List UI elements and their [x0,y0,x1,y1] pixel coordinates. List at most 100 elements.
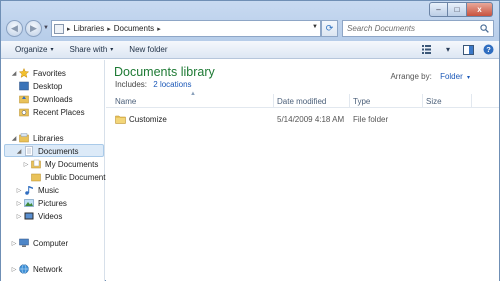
breadcrumb-separator[interactable]: ▸ [157,25,161,33]
nav-libraries[interactable]: ◢ Libraries [10,132,64,144]
new-folder-label: New folder [129,45,168,54]
collapse-arrow-icon[interactable]: ◢ [10,70,18,77]
nav-music[interactable]: ▷ Music [15,184,59,196]
new-folder-button[interactable]: New folder [121,41,175,59]
view-controls: ▾ ? [421,43,495,56]
column-name[interactable]: Name [115,97,136,106]
recent-pages-dropdown[interactable]: ▼ [43,25,49,31]
svg-text:?: ? [486,45,491,54]
nav-label: Computer [33,238,69,248]
collapse-arrow-icon[interactable]: ◢ [10,135,18,142]
nav-label: Network [33,264,63,274]
nav-recent-places[interactable]: Recent Places [19,106,85,118]
nav-label: My Documents [45,159,99,169]
close-button[interactable]: x [467,2,493,17]
address-history-dropdown[interactable]: ▼ [312,24,318,30]
breadcrumb-separator[interactable]: ▸ [107,25,111,33]
folder-icon [31,173,41,182]
nav-public-documents[interactable]: Public Documents [31,171,109,183]
computer-icon [19,238,29,247]
expand-arrow-icon[interactable]: ▷ [15,187,23,194]
search-box[interactable] [342,20,494,37]
arrange-by-dropdown[interactable]: Folder [440,72,463,81]
nav-computer[interactable]: ▷ Computer [10,237,68,249]
nav-pictures[interactable]: ▷ Pictures [15,197,67,209]
nav-label: Downloads [33,94,73,104]
column-divider[interactable] [422,94,423,108]
nav-label: Recent Places [33,107,85,117]
search-icon[interactable] [480,24,489,33]
library-icon [54,23,64,34]
column-divider[interactable] [273,94,274,108]
documents-library-icon [25,146,33,156]
content-pane: Documents library Includes: 2 locations … [106,60,499,281]
address-bar[interactable]: ▸ Libraries ▸ Documents ▸ ▼ [51,20,321,37]
organize-button[interactable]: Organize ▾ [7,41,61,59]
breadcrumb-libraries[interactable]: Libraries [74,24,105,33]
search-input[interactable] [347,24,475,33]
expand-arrow-icon[interactable]: ▷ [15,213,23,220]
preview-pane-icon [462,44,474,55]
navigation-pane: ◢ Favorites Desktop Downloads Recent Pla… [1,60,109,281]
arrange-by: Arrange by: Folder ▾ [390,72,470,81]
expand-arrow-icon[interactable]: ▷ [22,161,30,168]
window-controls: – □ x [429,2,493,17]
nav-label: Documents [38,146,79,156]
share-with-label: Share with [69,45,108,54]
desktop-icon [19,81,29,91]
expand-arrow-icon[interactable]: ▷ [10,240,18,247]
expand-arrow-icon[interactable]: ▷ [15,200,23,207]
file-type: File folder [353,115,389,124]
forward-button[interactable]: ▶ [25,20,42,37]
view-options-dropdown[interactable]: ▾ [441,43,455,56]
arrow-right-icon: ▶ [30,23,37,33]
column-type[interactable]: Type [353,97,370,106]
column-date-modified[interactable]: Date modified [277,97,326,106]
help-icon: ? [483,44,493,55]
locations-link[interactable]: 2 locations [153,80,191,89]
column-divider[interactable] [471,94,472,108]
nav-label: Music [38,185,59,195]
organize-label: Organize [15,45,48,54]
help-button[interactable]: ? [481,43,495,56]
change-view-button[interactable] [421,43,435,56]
nav-downloads[interactable]: Downloads [19,93,73,105]
view-list-icon [422,45,431,54]
maximize-button[interactable]: □ [448,2,467,17]
chevron-down-icon[interactable]: ▾ [467,75,470,81]
nav-desktop[interactable]: Desktop [19,80,62,92]
column-size[interactable]: Size [426,97,442,106]
library-includes: Includes: 2 locations [115,80,192,89]
nav-favorites[interactable]: ◢ Favorites [10,67,66,79]
chevron-down-icon: ▾ [110,47,114,53]
share-with-button[interactable]: Share with ▾ [61,41,121,59]
column-divider[interactable] [349,94,350,108]
nav-label: Libraries [33,133,64,143]
chevron-down-icon: ▾ [445,45,450,54]
file-name: Customize [129,115,167,124]
file-row[interactable]: Customize 5/14/2009 4:18 AM File folder [106,112,499,127]
includes-label: Includes: [115,80,148,89]
nav-label: Videos [38,211,63,221]
nav-documents[interactable]: ◢ Documents [15,145,78,157]
nav-videos[interactable]: ▷ Videos [15,210,63,222]
minimize-button[interactable]: – [429,2,448,17]
preview-pane-button[interactable] [461,43,475,56]
collapse-arrow-icon[interactable]: ◢ [15,148,23,155]
libraries-icon [19,133,29,143]
star-icon [19,68,29,78]
music-icon [25,186,33,195]
videos-icon [24,212,34,220]
expand-arrow-icon[interactable]: ▷ [10,266,18,273]
chevron-down-icon: ▾ [50,47,54,53]
breadcrumb-separator[interactable]: ▸ [67,25,71,33]
command-bar: Organize ▾ Share with ▾ New folder ▾ ? [1,41,499,59]
arrange-label: Arrange by: [390,72,432,81]
back-button[interactable]: ◀ [6,20,23,37]
nav-network[interactable]: ▷ Network [10,263,62,275]
refresh-button[interactable]: ⟳ [321,20,338,37]
folder-icon [115,115,126,124]
file-date-modified: 5/14/2009 4:18 AM [277,115,345,124]
breadcrumb-documents[interactable]: Documents [114,24,154,33]
nav-my-documents[interactable]: ▷ My Documents [22,158,99,170]
